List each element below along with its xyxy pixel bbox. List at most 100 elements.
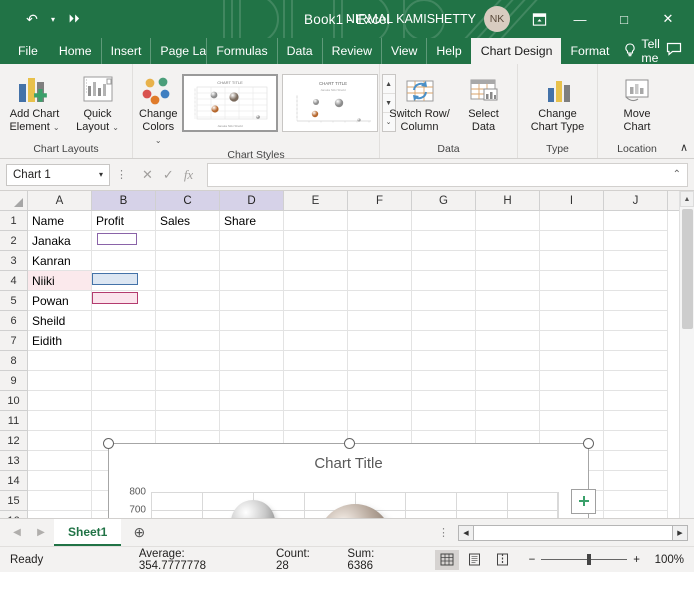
cell-a3[interactable]: Kanran bbox=[28, 251, 92, 271]
cell-h2[interactable] bbox=[476, 231, 540, 251]
row-header-15[interactable]: 15 bbox=[0, 491, 27, 511]
cell-c2[interactable] bbox=[156, 231, 220, 251]
cell-a1[interactable]: Name bbox=[28, 211, 92, 231]
cell-j11[interactable] bbox=[604, 411, 668, 431]
cell-j12[interactable] bbox=[604, 431, 668, 451]
cell-h10[interactable] bbox=[476, 391, 540, 411]
cell-f11[interactable] bbox=[348, 411, 412, 431]
insert-function-button[interactable]: fx bbox=[184, 167, 193, 183]
sheet-tab-sheet1[interactable]: Sheet1 bbox=[54, 519, 121, 546]
cell-j10[interactable] bbox=[604, 391, 668, 411]
tab-page-layout[interactable]: Page Layout bbox=[150, 38, 206, 64]
cell-g8[interactable] bbox=[412, 351, 476, 371]
cell-c9[interactable] bbox=[156, 371, 220, 391]
tab-chart-design[interactable]: Chart Design bbox=[471, 38, 562, 64]
cell-h1[interactable] bbox=[476, 211, 540, 231]
cell-j1[interactable] bbox=[604, 211, 668, 231]
cell-j16[interactable] bbox=[604, 511, 668, 518]
cell-a13[interactable] bbox=[28, 451, 92, 471]
cell-i8[interactable] bbox=[540, 351, 604, 371]
page-layout-view-icon[interactable] bbox=[463, 550, 487, 570]
page-break-view-icon[interactable] bbox=[491, 550, 515, 570]
cell-e1[interactable] bbox=[284, 211, 348, 231]
cell-c1[interactable]: Sales bbox=[156, 211, 220, 231]
cell-c6[interactable] bbox=[156, 311, 220, 331]
cell-a8[interactable] bbox=[28, 351, 92, 371]
switch-row-column-button[interactable]: Switch Row/ Column bbox=[386, 70, 454, 136]
chevron-down-icon[interactable]: ▾ bbox=[99, 170, 103, 179]
zoom-level[interactable]: 100% bbox=[646, 554, 684, 566]
resize-handle-top-left[interactable] bbox=[103, 438, 114, 449]
chart-style-thumb-1[interactable]: CHART TITLE bbox=[182, 74, 278, 132]
cell-a4[interactable]: Niiki bbox=[28, 271, 92, 291]
cell-f9[interactable] bbox=[348, 371, 412, 391]
cell-j5[interactable] bbox=[604, 291, 668, 311]
cell-b9[interactable] bbox=[92, 371, 156, 391]
cell-f10[interactable] bbox=[348, 391, 412, 411]
cell-g6[interactable] bbox=[412, 311, 476, 331]
undo-icon[interactable]: ↶ bbox=[20, 7, 44, 31]
column-header-g[interactable]: G bbox=[412, 191, 476, 210]
cell-a11[interactable] bbox=[28, 411, 92, 431]
cell-b6[interactable] bbox=[92, 311, 156, 331]
tab-format[interactable]: Format bbox=[561, 38, 618, 64]
select-data-button[interactable]: Select Data bbox=[456, 70, 512, 136]
collapse-ribbon-button[interactable]: ∧ bbox=[680, 141, 688, 154]
row-header-11[interactable]: 11 bbox=[0, 411, 27, 431]
cell-a5[interactable]: Powan bbox=[28, 291, 92, 311]
cell-c8[interactable] bbox=[156, 351, 220, 371]
cell-e9[interactable] bbox=[284, 371, 348, 391]
cell-d2[interactable] bbox=[220, 231, 284, 251]
status-count[interactable]: Count: 28 bbox=[276, 548, 325, 572]
cell-g5[interactable] bbox=[412, 291, 476, 311]
column-header-f[interactable]: F bbox=[348, 191, 412, 210]
cell-i2[interactable] bbox=[540, 231, 604, 251]
row-header-10[interactable]: 10 bbox=[0, 391, 27, 411]
cell-f7[interactable] bbox=[348, 331, 412, 351]
formula-bar-splitter[interactable]: ⋮ bbox=[116, 168, 128, 181]
cell-a2[interactable]: Janaka bbox=[28, 231, 92, 251]
tell-me-box[interactable]: Tell me bbox=[618, 38, 666, 64]
scroll-left-button[interactable]: ◀ bbox=[458, 525, 474, 541]
cell-g3[interactable] bbox=[412, 251, 476, 271]
cell-b11[interactable] bbox=[92, 411, 156, 431]
normal-view-icon[interactable] bbox=[435, 550, 459, 570]
cell-d4[interactable] bbox=[220, 271, 284, 291]
select-all-button[interactable] bbox=[0, 191, 28, 210]
cell-e3[interactable] bbox=[284, 251, 348, 271]
row-header-1[interactable]: 1 bbox=[0, 211, 27, 231]
cell-d3[interactable] bbox=[220, 251, 284, 271]
change-chart-type-button[interactable]: Change Chart Type bbox=[522, 70, 593, 136]
cell-h4[interactable] bbox=[476, 271, 540, 291]
cell-f8[interactable] bbox=[348, 351, 412, 371]
cell-g11[interactable] bbox=[412, 411, 476, 431]
cell-a7[interactable]: Eidith bbox=[28, 331, 92, 351]
cell-h9[interactable] bbox=[476, 371, 540, 391]
cell-d7[interactable] bbox=[220, 331, 284, 351]
cell-g1[interactable] bbox=[412, 211, 476, 231]
cell-a16[interactable] bbox=[28, 511, 92, 518]
horizontal-scroll-track[interactable] bbox=[474, 525, 672, 541]
avatar[interactable]: NK bbox=[484, 6, 510, 32]
change-colors-button[interactable]: Change Colors ⌄ bbox=[137, 70, 180, 149]
cell-j4[interactable] bbox=[604, 271, 668, 291]
tab-view[interactable]: View bbox=[381, 38, 426, 64]
cell-a12[interactable] bbox=[28, 431, 92, 451]
cell-h3[interactable] bbox=[476, 251, 540, 271]
cell-e4[interactable] bbox=[284, 271, 348, 291]
tab-review[interactable]: Review bbox=[322, 38, 381, 64]
column-header-j[interactable]: J bbox=[604, 191, 668, 210]
cell-d6[interactable] bbox=[220, 311, 284, 331]
chevron-down-icon[interactable]: ⌄ bbox=[53, 123, 60, 132]
cell-j7[interactable] bbox=[604, 331, 668, 351]
tab-help[interactable]: Help bbox=[426, 38, 470, 64]
status-sum[interactable]: Sum: 6386 bbox=[347, 548, 402, 572]
cell-c10[interactable] bbox=[156, 391, 220, 411]
chevron-down-icon[interactable]: ⌄ bbox=[155, 136, 162, 145]
cell-c5[interactable] bbox=[156, 291, 220, 311]
account-name[interactable]: NIRMAL KAMISHETTY bbox=[346, 12, 476, 26]
row-header-8[interactable]: 8 bbox=[0, 351, 27, 371]
cell-h5[interactable] bbox=[476, 291, 540, 311]
status-average[interactable]: Average: 354.7777778 bbox=[139, 548, 254, 572]
row-header-3[interactable]: 3 bbox=[0, 251, 27, 271]
